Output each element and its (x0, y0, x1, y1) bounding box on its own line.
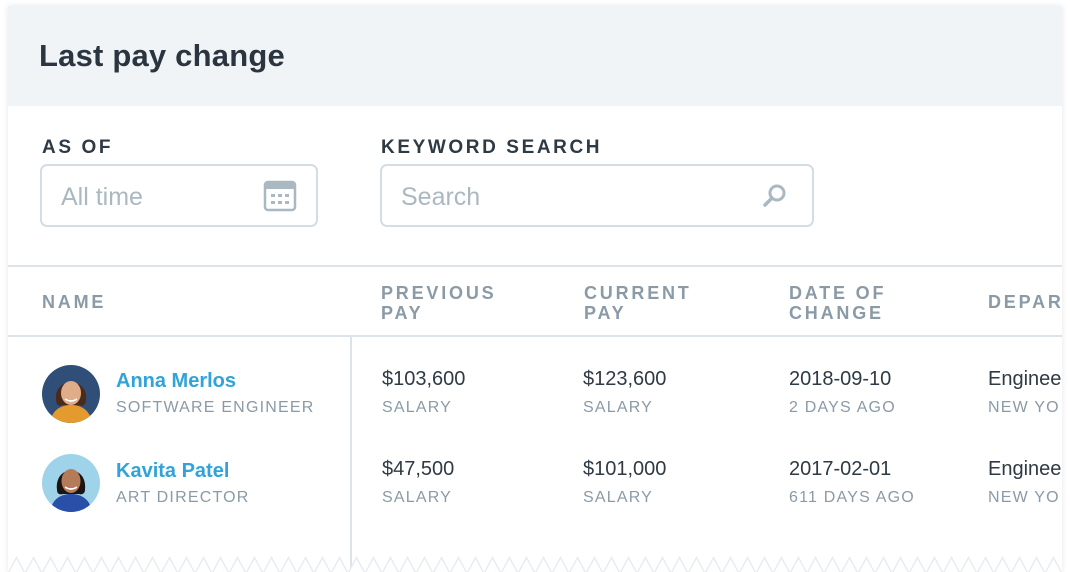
avatar[interactable] (42, 365, 100, 423)
calendar-icon[interactable] (263, 179, 297, 218)
employee-job-title: ART DIRECTOR (116, 489, 250, 506)
as-of-label: AS OF (42, 137, 114, 158)
employee-name-link[interactable]: Anna Merlos (116, 370, 236, 393)
column-header-current-pay[interactable]: CURRENT PAY (584, 283, 692, 323)
current-pay-type: SALARY (583, 489, 654, 506)
employee-job-title: SOFTWARE ENGINEER (116, 399, 315, 416)
as-of-placeholder: All time (61, 183, 143, 211)
previous-pay-type: SALARY (382, 399, 453, 416)
employee-name-link[interactable]: Kavita Patel (116, 460, 229, 483)
column-header-date-of-change[interactable]: DATE OF CHANGE (789, 283, 886, 323)
change-days-ago: 2 DAYS AGO (789, 399, 896, 416)
card-header: Last pay change (8, 6, 1062, 106)
as-of-date-field[interactable]: All time (40, 164, 318, 227)
avatar[interactable] (42, 454, 100, 512)
column-header-department[interactable]: DEPAR (988, 292, 1062, 312)
torn-edge-divider (8, 546, 1062, 572)
keyword-search-label: KEYWORD SEARCH (381, 137, 603, 158)
department-location: NEW YO (988, 399, 1060, 416)
search-icon[interactable] (761, 182, 789, 215)
change-days-ago: 611 DAYS AGO (789, 489, 915, 506)
search-placeholder: Search (401, 183, 481, 211)
department-location: NEW YO (988, 489, 1060, 506)
previous-pay-amount: $47,500 (382, 458, 455, 480)
current-pay-amount: $101,000 (583, 458, 667, 480)
change-date: 2018-09-10 (789, 368, 892, 390)
table-header-divider (8, 335, 1062, 337)
current-pay-amount: $123,600 (583, 368, 667, 390)
change-date: 2017-02-01 (789, 458, 892, 480)
table-top-divider (8, 265, 1062, 267)
previous-pay-type: SALARY (382, 489, 453, 506)
name-column-divider (350, 337, 352, 572)
column-header-name[interactable]: NAME (42, 292, 106, 312)
column-header-previous-pay[interactable]: PREVIOUS PAY (381, 283, 496, 323)
pay-change-card: Last pay change AS OF All time KEYWORD S… (8, 6, 1062, 572)
previous-pay-amount: $103,600 (382, 368, 466, 390)
current-pay-type: SALARY (583, 399, 654, 416)
page-title: Last pay change (39, 38, 285, 73)
keyword-search-input[interactable]: Search (380, 164, 814, 227)
department-name: Enginee (988, 458, 1062, 480)
department-name: Enginee (988, 368, 1062, 390)
